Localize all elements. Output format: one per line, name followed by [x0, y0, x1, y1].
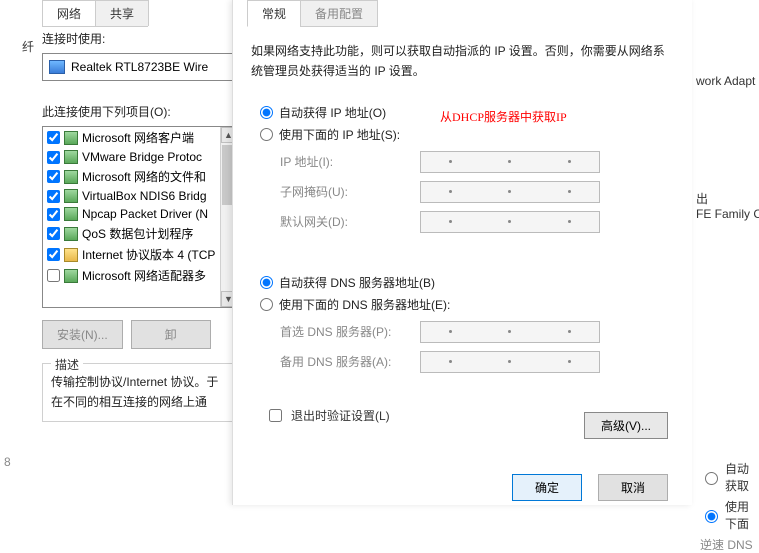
cancel-button[interactable]: 取消 — [598, 474, 668, 501]
gateway-label: 默认网关(D): — [280, 213, 420, 230]
gateway-input — [420, 211, 600, 233]
bg-adapter-text: work Adapt — [696, 74, 755, 88]
advanced-button[interactable]: 高级(V)... — [584, 412, 668, 439]
dns-pref-label: 首选 DNS 服务器(P): — [280, 323, 420, 340]
radio-ip-auto[interactable] — [260, 106, 273, 119]
list-item[interactable]: Npcap Packet Driver (N — [43, 205, 236, 223]
dns-alt-label: 备用 DNS 服务器(A): — [280, 353, 420, 370]
ip-address-label: IP 地址(I): — [280, 153, 420, 170]
list-item[interactable]: QoS 数据包计划程序 — [43, 223, 236, 244]
item-label: VMware Bridge Protoc — [82, 150, 202, 164]
item-checkbox[interactable] — [47, 190, 60, 203]
subnet-input — [420, 181, 600, 203]
network-items-list[interactable]: Microsoft 网络客户端 VMware Bridge Protoc Micro… — [42, 126, 237, 308]
item-label: Npcap Packet Driver (N — [82, 207, 208, 221]
protocol-icon — [64, 150, 78, 164]
description-title: 描述 — [51, 356, 83, 373]
bg-radio-label-2: 使用下面 — [725, 498, 759, 532]
radio-dns-auto-label: 自动获得 DNS 服务器地址(B) — [279, 274, 435, 291]
item-checkbox[interactable] — [47, 170, 60, 183]
list-item[interactable]: Microsoft 网络客户端 — [43, 127, 236, 148]
bg-radio-group: 自动获取 使用下面 逆速 DNS — [700, 460, 759, 553]
list-item[interactable]: Microsoft 网络的文件和 — [43, 166, 236, 187]
ipv4-properties-panel: 常规 备用配置 如果网络支持此功能，则可以获取自动指派的 IP 设置。否则，你需… — [232, 0, 692, 505]
uninstall-button[interactable]: 卸 — [131, 320, 211, 349]
dns-pref-input — [420, 321, 600, 343]
intro-text: 如果网络支持此功能，则可以获取自动指派的 IP 设置。否则，你需要从网络系统管理… — [251, 41, 674, 82]
nic-icon — [49, 60, 65, 74]
item-label: VirtualBox NDIS6 Bridg — [82, 189, 207, 203]
protocol-icon — [64, 227, 78, 241]
radio-dns-auto[interactable] — [260, 276, 273, 289]
items-label: 此连接使用下列项目(O): — [42, 103, 237, 120]
dialog-buttons: 确定 取消 — [512, 474, 668, 501]
adapter-box[interactable]: Realtek RTL8723BE Wire — [42, 53, 237, 81]
bg-number: 8 — [4, 455, 11, 469]
bg-radio-auto[interactable] — [705, 472, 718, 485]
list-item[interactable]: Microsoft 网络适配器多 — [43, 265, 236, 286]
connection-properties-panel: 连接时使用: Realtek RTL8723BE Wire 此连接使用下列项目(… — [42, 22, 237, 422]
item-checkbox[interactable] — [47, 269, 60, 282]
protocol-icon — [64, 248, 78, 262]
install-button[interactable]: 安装(N)... — [42, 320, 123, 349]
item-label: Microsoft 网络适配器多 — [82, 267, 206, 284]
item-checkbox[interactable] — [47, 131, 60, 144]
exit-validate-checkbox[interactable] — [269, 409, 282, 422]
description-text: 传输控制协议/Internet 协议。于在不同的相互连接的网络上通 — [51, 372, 228, 413]
item-checkbox[interactable] — [47, 208, 60, 221]
button-row: 安装(N)... 卸 — [42, 320, 237, 349]
annotation-text: 从DHCP服务器中获取IP — [440, 108, 567, 125]
right-tab-strip: 常规 备用配置 — [247, 0, 678, 27]
item-checkbox[interactable] — [47, 248, 60, 261]
description-group: 描述 传输控制协议/Internet 协议。于在不同的相互连接的网络上通 — [42, 363, 237, 422]
connect-using-label: 连接时使用: — [42, 30, 237, 47]
exit-validate-label: 退出时验证设置(L) — [291, 407, 390, 424]
tab-general[interactable]: 常规 — [247, 0, 301, 27]
list-item[interactable]: VMware Bridge Protoc — [43, 148, 236, 166]
protocol-icon — [64, 131, 78, 145]
list-item[interactable]: Internet 协议版本 4 (TCP — [43, 244, 236, 265]
item-label: Microsoft 网络客户端 — [82, 129, 194, 146]
dns-section: 自动获得 DNS 服务器地址(B) 使用下面的 DNS 服务器地址(E): 首选… — [251, 258, 674, 392]
protocol-icon — [64, 170, 78, 184]
ok-button[interactable]: 确定 — [512, 474, 582, 501]
radio-ip-auto-label: 自动获得 IP 地址(O) — [279, 104, 386, 121]
subnet-label: 子网掩码(U): — [280, 183, 420, 200]
item-checkbox[interactable] — [47, 227, 60, 240]
bg-family-text: 出 FE Family C — [696, 190, 759, 221]
radio-dns-manual[interactable] — [260, 298, 273, 311]
bg-radio-manual[interactable] — [705, 510, 718, 523]
protocol-icon — [64, 207, 78, 221]
tab-alt-config[interactable]: 备用配置 — [300, 0, 378, 27]
protocol-icon — [64, 269, 78, 283]
item-label: QoS 数据包计划程序 — [82, 225, 193, 242]
adapter-name: Realtek RTL8723BE Wire — [71, 60, 208, 74]
radio-ip-manual-label: 使用下面的 IP 地址(S): — [279, 126, 400, 143]
protocol-icon — [64, 189, 78, 203]
item-label: Microsoft 网络的文件和 — [82, 168, 206, 185]
radio-ip-manual[interactable] — [260, 128, 273, 141]
list-item[interactable]: VirtualBox NDIS6 Bridg — [43, 187, 236, 205]
bg-radio-label-1: 自动获取 — [725, 460, 759, 494]
dns-alt-input — [420, 351, 600, 373]
item-checkbox[interactable] — [47, 151, 60, 164]
ip-address-input — [420, 151, 600, 173]
item-label: Internet 协议版本 4 (TCP — [82, 246, 215, 263]
bg-radio-label-3: 逆速 DNS — [700, 536, 753, 553]
radio-dns-manual-label: 使用下面的 DNS 服务器地址(E): — [279, 296, 450, 313]
bg-char: 纤 — [22, 38, 34, 55]
